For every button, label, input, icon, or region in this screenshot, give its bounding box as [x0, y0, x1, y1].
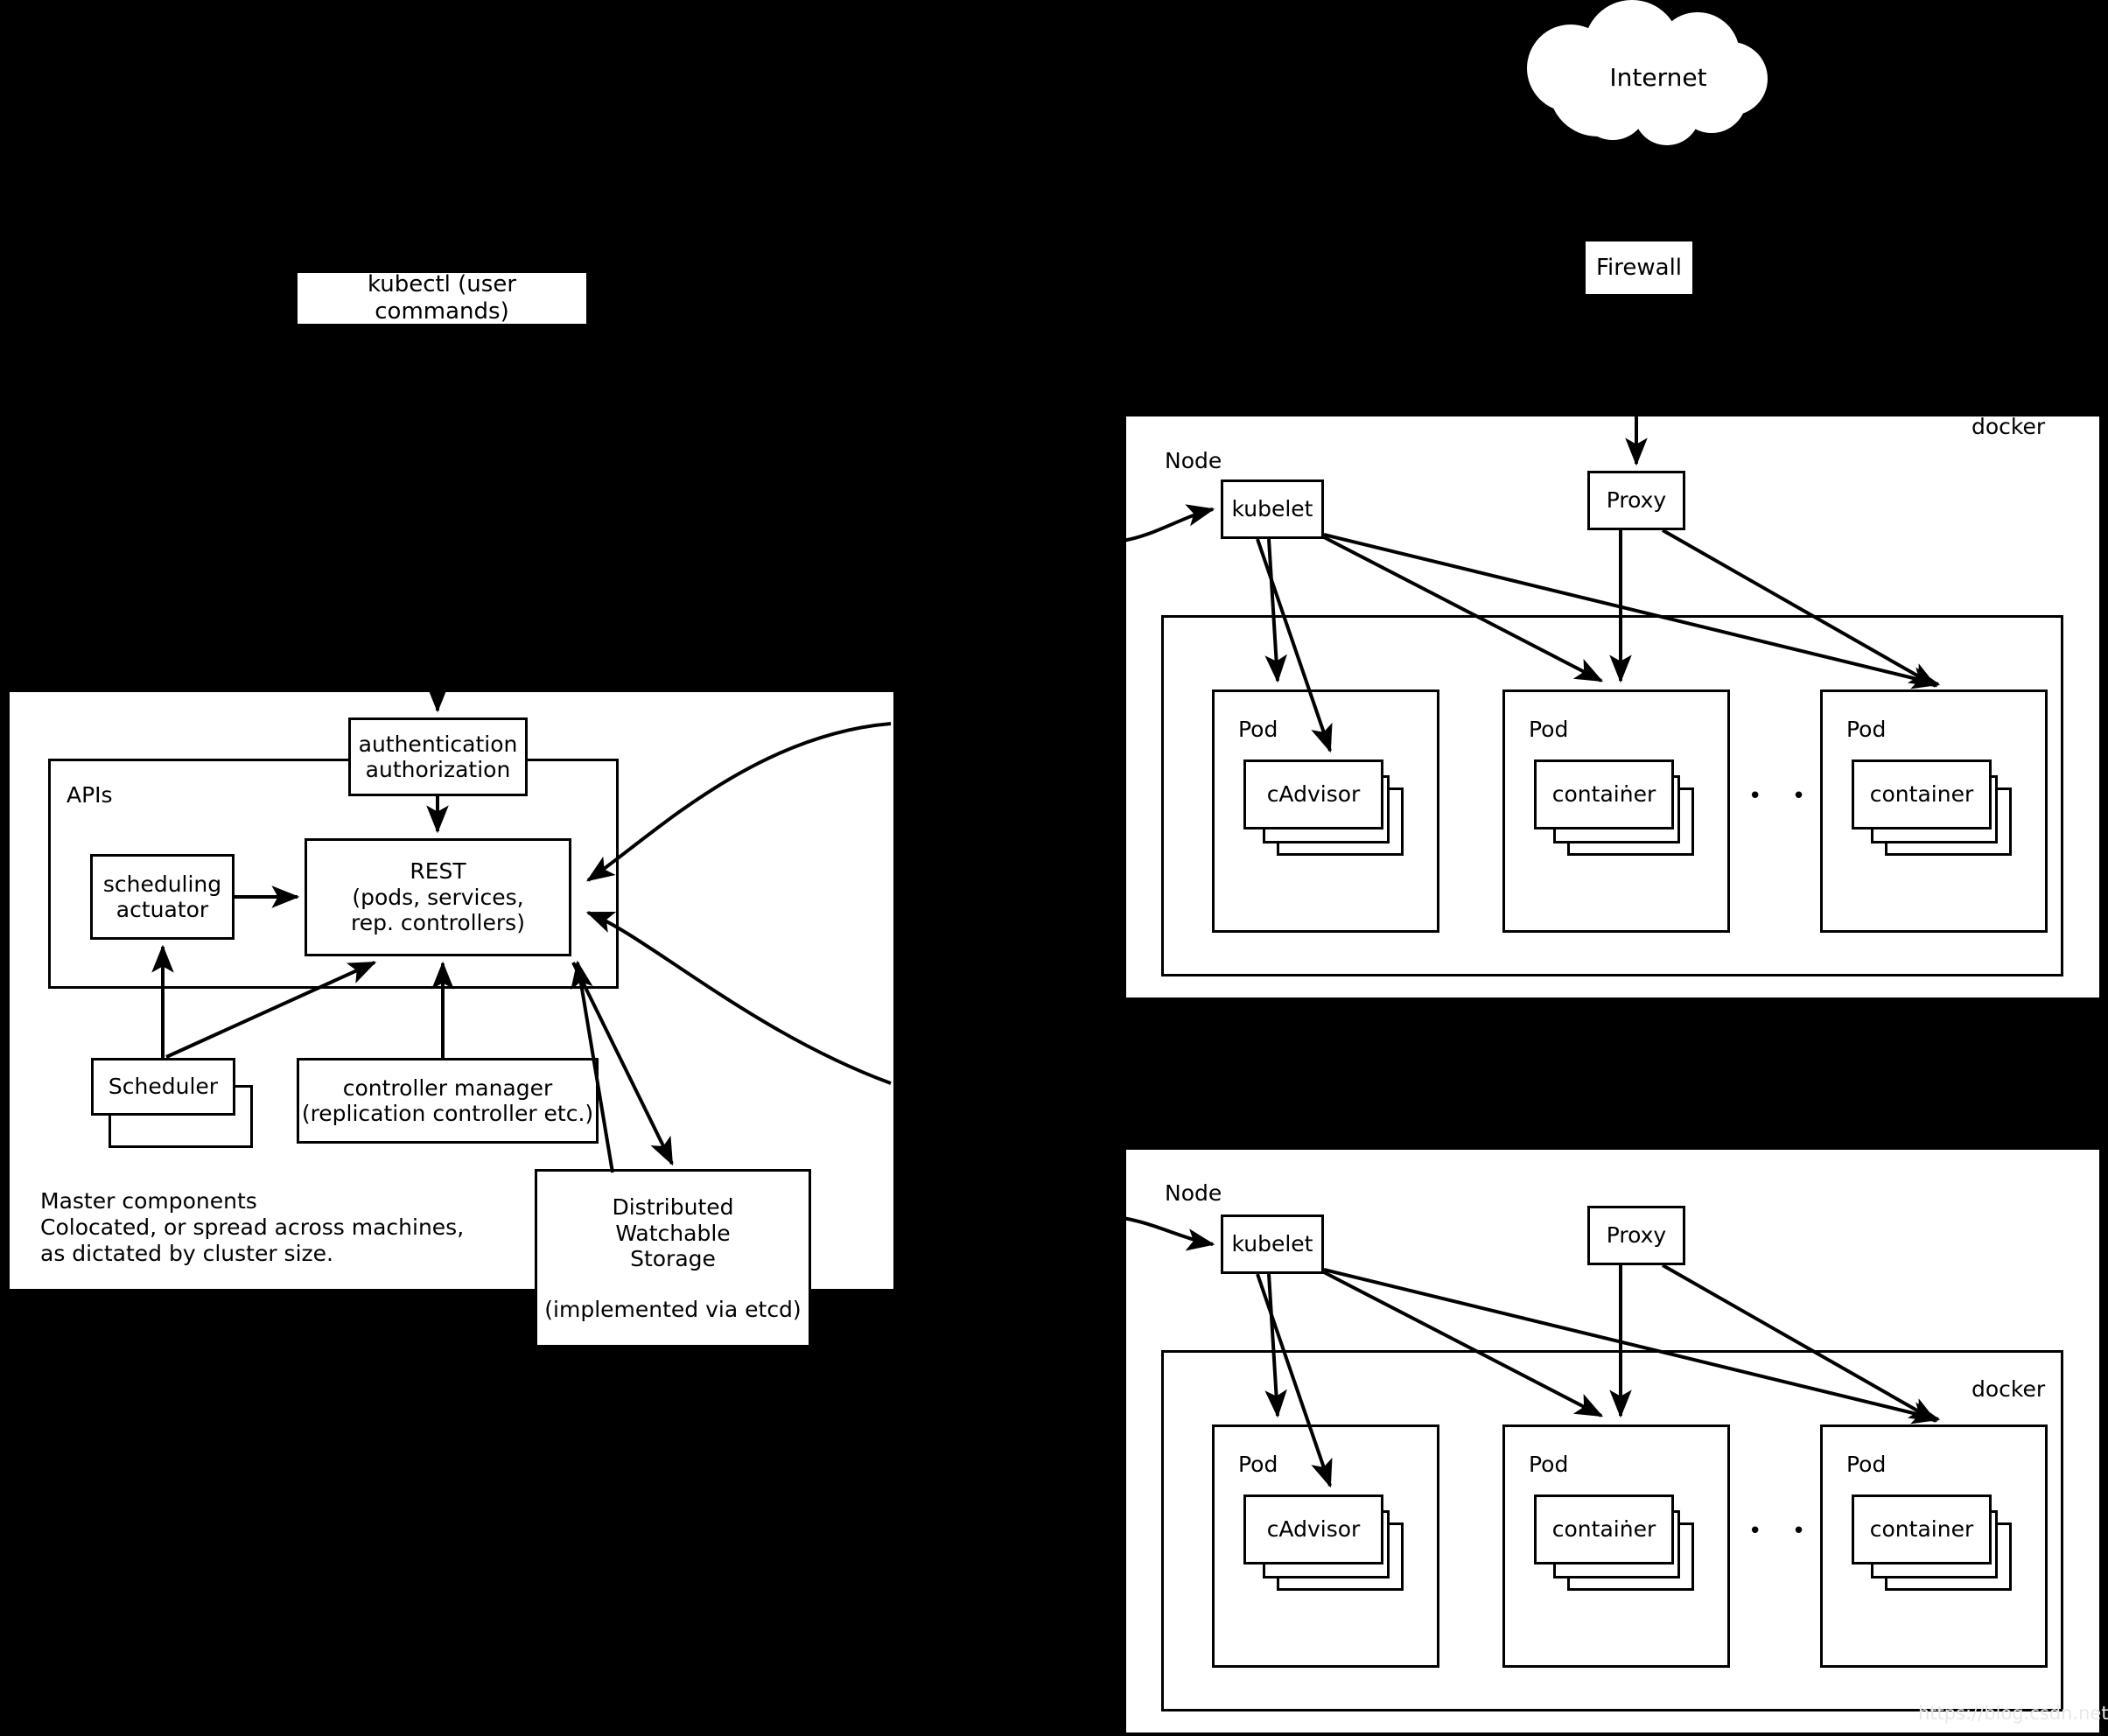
storage-line-1: Distributed	[612, 1194, 734, 1220]
scheduler-box-primary[interactable]: Scheduler	[91, 1058, 235, 1116]
node-2-pod-2-label: Pod	[1529, 1452, 1569, 1477]
node-1-pod-2-container-label: contaiṅer	[1551, 781, 1656, 808]
node-1-docker-label: docker	[1971, 414, 2046, 439]
node-1-pod-2-label: Pod	[1529, 717, 1569, 742]
node-2-pod-1-container[interactable]: cAdvisor	[1243, 1494, 1383, 1564]
node-2-pod-1-label: Pod	[1238, 1452, 1278, 1477]
scheduler-primary-label: Scheduler	[108, 1074, 219, 1100]
node-1-pod-3-label: Pod	[1846, 717, 1887, 742]
node-2-pod-2-container[interactable]: contaiṅer	[1534, 1494, 1674, 1564]
diagram-canvas: Internet Firewall kubectl (user commands…	[0, 0, 2108, 1736]
node-1-pod-2-container[interactable]: contaiṅer	[1534, 760, 1674, 830]
node-1-pod-3-container[interactable]: container	[1852, 760, 1992, 830]
node-1-kubelet-box[interactable]: kubelet	[1221, 480, 1324, 539]
node-2-kubelet-box[interactable]: kubelet	[1221, 1214, 1324, 1274]
rest-line-1: REST	[410, 858, 466, 885]
firewall-label: Firewall	[1595, 254, 1683, 281]
node-2-docker-label: docker	[1971, 1376, 2046, 1402]
internet-label: Internet	[1609, 63, 1707, 92]
node-1-pod-1-container[interactable]: cAdvisor	[1243, 760, 1383, 830]
node-2-kubelet-label: kubelet	[1231, 1231, 1313, 1257]
rest-api-box[interactable]: REST (pods, services, rep. controllers)	[305, 838, 571, 956]
node-2-proxy-label: Proxy	[1606, 1222, 1667, 1249]
storage-line-4: (implemented via etcd)	[544, 1296, 802, 1322]
controller-line-1: controller manager	[342, 1074, 553, 1101]
master-caption-line-3: as dictated by cluster size.	[40, 1241, 333, 1266]
master-caption-line-1: Master components	[40, 1188, 257, 1214]
auth-line-2: authorization	[365, 757, 511, 782]
node-2-pod-3-container[interactable]: container	[1852, 1494, 1992, 1564]
scheduling-line-1: scheduling	[102, 871, 222, 897]
kubectl-box[interactable]: kubectl (user commands)	[298, 271, 586, 325]
watermark-text: https://blog.csdn.net/g950904	[1918, 1703, 2108, 1724]
node-1-proxy-label: Proxy	[1606, 487, 1667, 514]
node-1-pod-3-container-label: container	[1869, 781, 1974, 808]
master-caption-line-2: Colocated, or spread across machines,	[40, 1214, 465, 1240]
node-2-pod-1-container-label: cAdvisor	[1266, 1516, 1361, 1543]
scheduling-actuator-box[interactable]: scheduling actuator	[90, 854, 235, 940]
rest-line-3: rep. controllers)	[351, 910, 525, 936]
storage-line-2: Watchable	[615, 1220, 731, 1246]
authentication-authorization-box[interactable]: authentication authorization	[348, 718, 528, 796]
node-2-proxy-box[interactable]: Proxy	[1587, 1206, 1685, 1265]
node-1-proxy-box[interactable]: Proxy	[1587, 471, 1685, 530]
firewall-box[interactable]: Firewall	[1586, 242, 1692, 294]
node-2-pod-2-container-label: contaiṅer	[1551, 1516, 1656, 1543]
apis-label: APIs	[67, 782, 113, 808]
node-1-kubelet-label: kubelet	[1231, 496, 1313, 522]
storage-line-3: Storage	[630, 1246, 716, 1271]
scheduling-line-2: actuator	[116, 897, 209, 922]
node-1-label: Node	[1165, 448, 1222, 473]
node-2-pod-3-container-label: container	[1869, 1516, 1974, 1543]
controller-manager-box[interactable]: controller manager (replication controll…	[297, 1058, 599, 1144]
node-1-pod-1-container-label: cAdvisor	[1266, 781, 1361, 808]
distributed-storage-box[interactable]: Distributed Watchable Storage (implement…	[535, 1169, 811, 1348]
controller-line-2: (replication controller etc.)	[301, 1101, 594, 1126]
rest-line-2: (pods, services,	[352, 884, 524, 910]
node-2-label: Node	[1165, 1180, 1222, 1206]
node-1-pod-1-label: Pod	[1238, 717, 1278, 742]
kubectl-label: kubectl (user commands)	[367, 271, 517, 325]
auth-line-1: authentication	[358, 731, 518, 757]
node-2-pod-3-label: Pod	[1846, 1452, 1887, 1477]
